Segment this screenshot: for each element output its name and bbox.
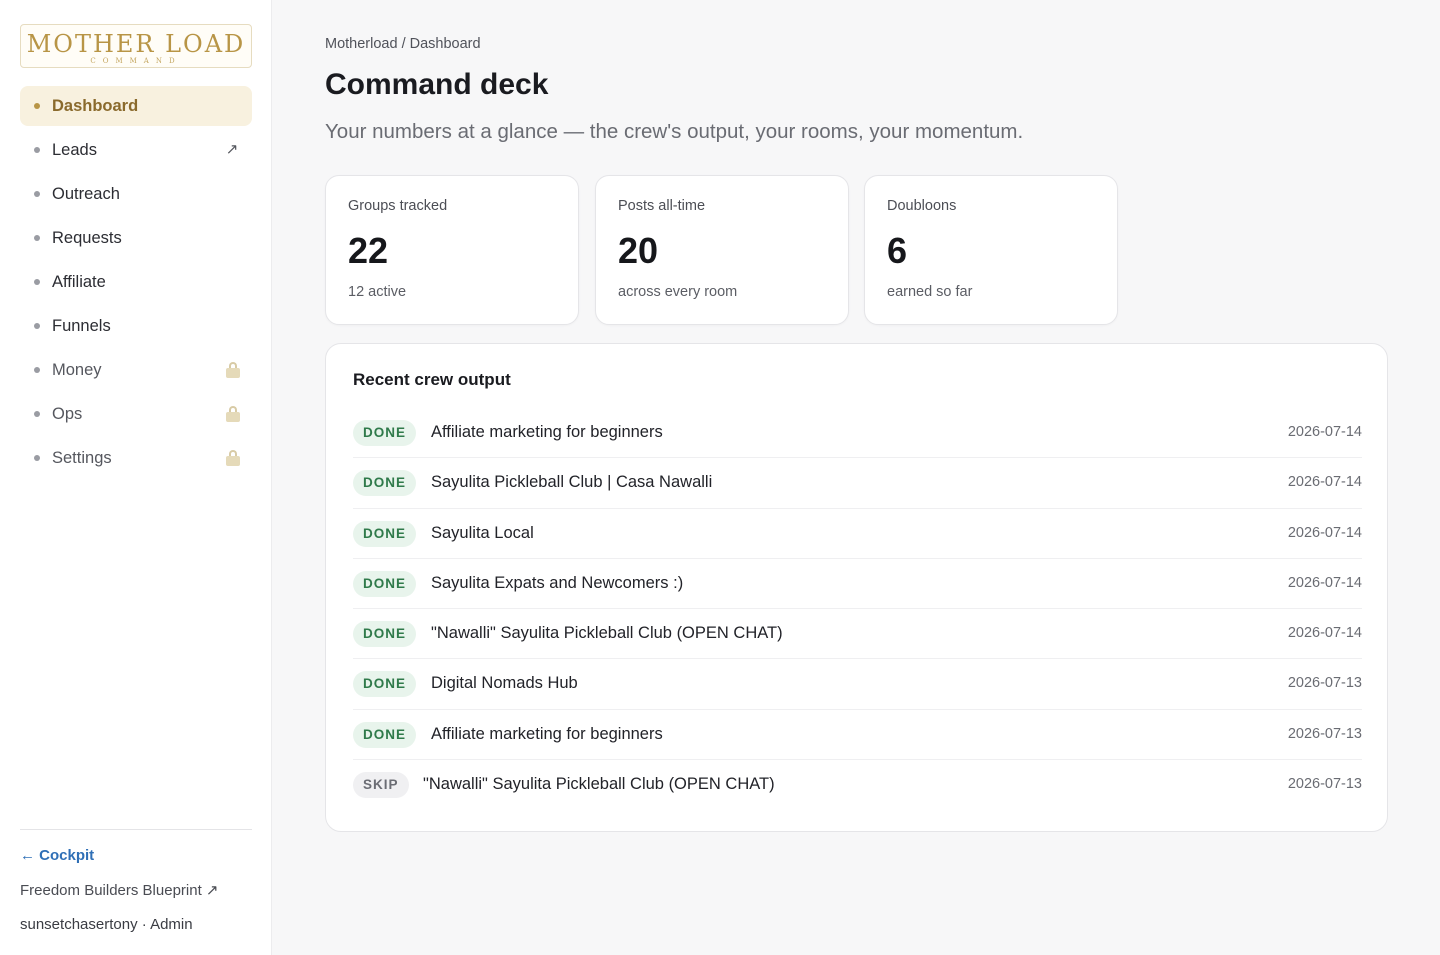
status-badge: DONE <box>353 420 417 446</box>
sidebar-item-label: Money <box>52 360 102 379</box>
external-link-icon: ↗ <box>225 141 239 158</box>
sidebar-item-outreach[interactable]: Outreach <box>20 174 252 214</box>
row-date: 2026-07-13 <box>1287 675 1362 692</box>
stat-value: 6 <box>887 230 908 271</box>
bullet-icon <box>34 191 40 197</box>
list-item[interactable]: DONE Affiliate marketing for beginners 2… <box>353 710 1362 761</box>
status-badge: SKIP <box>353 772 409 799</box>
row-title: Sayulita Pickleball Club | Casa Nawalli <box>431 473 713 492</box>
cockpit-link[interactable]: ← Cockpit <box>20 847 94 864</box>
stat-label: Posts all-time <box>618 198 706 214</box>
stat-note: earned so far <box>887 284 973 300</box>
section-title: Recent crew output <box>353 370 511 389</box>
logo-wordmark: MOTHER LOAD <box>26 30 246 58</box>
bullet-icon <box>34 147 40 153</box>
page-subtitle: Your numbers at a glance — the crew's ou… <box>325 120 1024 143</box>
sidebar-item-label: Affiliate <box>52 272 106 291</box>
bullet-icon <box>34 411 40 417</box>
row-title: Digital Nomads Hub <box>431 674 578 693</box>
stat-note: across every room <box>618 284 738 300</box>
output-list: DONE Affiliate marketing for beginners 2… <box>353 408 1362 810</box>
row-title: "Nawalli" Sayulita Pickleball Club (OPEN… <box>431 624 783 643</box>
stat-note: 12 active <box>348 284 407 300</box>
sidebar-item-label: Outreach <box>52 184 120 203</box>
row-title: Affiliate marketing for beginners <box>431 724 663 743</box>
sidebar-divider <box>20 829 252 830</box>
sidebar-item-label: Funnels <box>52 316 111 335</box>
sidebar-item-funnels[interactable]: Funnels <box>20 306 252 346</box>
row-date: 2026-07-14 <box>1287 625 1362 642</box>
sidebar: MOTHER LOAD COMMAND Dashboard Leads ↗ Ou… <box>0 0 272 955</box>
lock-icon <box>226 406 240 422</box>
bullet-icon <box>34 323 40 329</box>
list-item[interactable]: DONE Digital Nomads Hub 2026-07-13 <box>353 659 1362 710</box>
stat-card-groups: Groups tracked 22 12 active <box>325 175 579 325</box>
bullet-icon <box>34 367 40 373</box>
status-badge: DONE <box>353 721 417 748</box>
recent-output-card: Recent crew output DONE Affiliate market… <box>325 343 1388 832</box>
stat-value: 22 <box>348 230 389 271</box>
blueprint-link[interactable]: Freedom Builders Blueprint ↗ <box>20 881 219 899</box>
lock-icon <box>226 450 240 466</box>
status-badge: DONE <box>353 621 417 648</box>
sidebar-item-leads[interactable]: Leads ↗ <box>20 130 252 170</box>
row-date: 2026-07-13 <box>1287 725 1362 742</box>
row-date: 2026-07-14 <box>1287 574 1362 591</box>
list-item[interactable]: SKIP "Nawalli" Sayulita Pickleball Club … <box>353 760 1362 810</box>
stat-value: 20 <box>618 230 659 271</box>
list-item[interactable]: DONE Affiliate marketing for beginners 2… <box>353 408 1362 459</box>
sidebar-item-label: Settings <box>52 448 112 467</box>
sidebar-item-label: Dashboard <box>52 96 139 115</box>
logo-tagline: COMMAND <box>90 57 182 65</box>
list-item[interactable]: DONE "Nawalli" Sayulita Pickleball Club … <box>353 609 1362 660</box>
status-badge: DONE <box>353 570 417 597</box>
status-badge: DONE <box>353 671 417 698</box>
stat-label: Groups tracked <box>348 198 448 214</box>
sidebar-item-label: Leads <box>52 140 97 159</box>
bullet-icon <box>34 235 40 241</box>
sidebar-item-dashboard[interactable]: Dashboard <box>20 86 252 126</box>
stat-card-posts: Posts all-time 20 across every room <box>595 175 849 325</box>
lock-icon <box>226 362 240 378</box>
sidebar-item-label: Ops <box>52 404 83 423</box>
brand-logo[interactable]: MOTHER LOAD COMMAND <box>20 24 252 68</box>
breadcrumb: Motherload / Dashboard <box>325 36 481 52</box>
bullet-icon <box>34 455 40 461</box>
sidebar-item-affiliate[interactable]: Affiliate <box>20 262 252 302</box>
bullet-icon <box>34 103 40 109</box>
row-date: 2026-07-14 <box>1287 524 1362 541</box>
sidebar-item-settings[interactable]: Settings <box>20 438 252 478</box>
sidebar-item-ops[interactable]: Ops <box>20 394 252 434</box>
row-date: 2026-07-14 <box>1287 474 1362 491</box>
sidebar-item-label: Requests <box>52 228 122 247</box>
stat-label: Doubloons <box>887 198 957 214</box>
row-title: Sayulita Local <box>431 523 534 542</box>
status-badge: DONE <box>353 520 417 547</box>
row-title: "Nawalli" Sayulita Pickleball Club (OPEN… <box>423 775 775 794</box>
list-item[interactable]: DONE Sayulita Pickleball Club | Casa Naw… <box>353 458 1362 509</box>
sidebar-item-money[interactable]: Money <box>20 350 252 390</box>
page-title: Command deck <box>325 68 549 101</box>
list-item[interactable]: DONE Sayulita Expats and Newcomers :) 20… <box>353 559 1362 610</box>
user-info: sunsetchasertony · Admin <box>20 916 193 933</box>
row-date: 2026-07-14 <box>1287 424 1362 440</box>
stat-card-doubloons: Doubloons 6 earned so far <box>864 175 1118 325</box>
row-title: Sayulita Expats and Newcomers :) <box>431 573 684 592</box>
sidebar-nav: Dashboard Leads ↗ Outreach Requests Affi… <box>20 86 252 482</box>
status-badge: DONE <box>353 470 417 497</box>
bullet-icon <box>34 279 40 285</box>
sidebar-item-requests[interactable]: Requests <box>20 218 252 258</box>
list-item[interactable]: DONE Sayulita Local 2026-07-14 <box>353 509 1362 559</box>
row-title: Affiliate marketing for beginners <box>431 423 663 441</box>
row-date: 2026-07-13 <box>1287 776 1362 793</box>
